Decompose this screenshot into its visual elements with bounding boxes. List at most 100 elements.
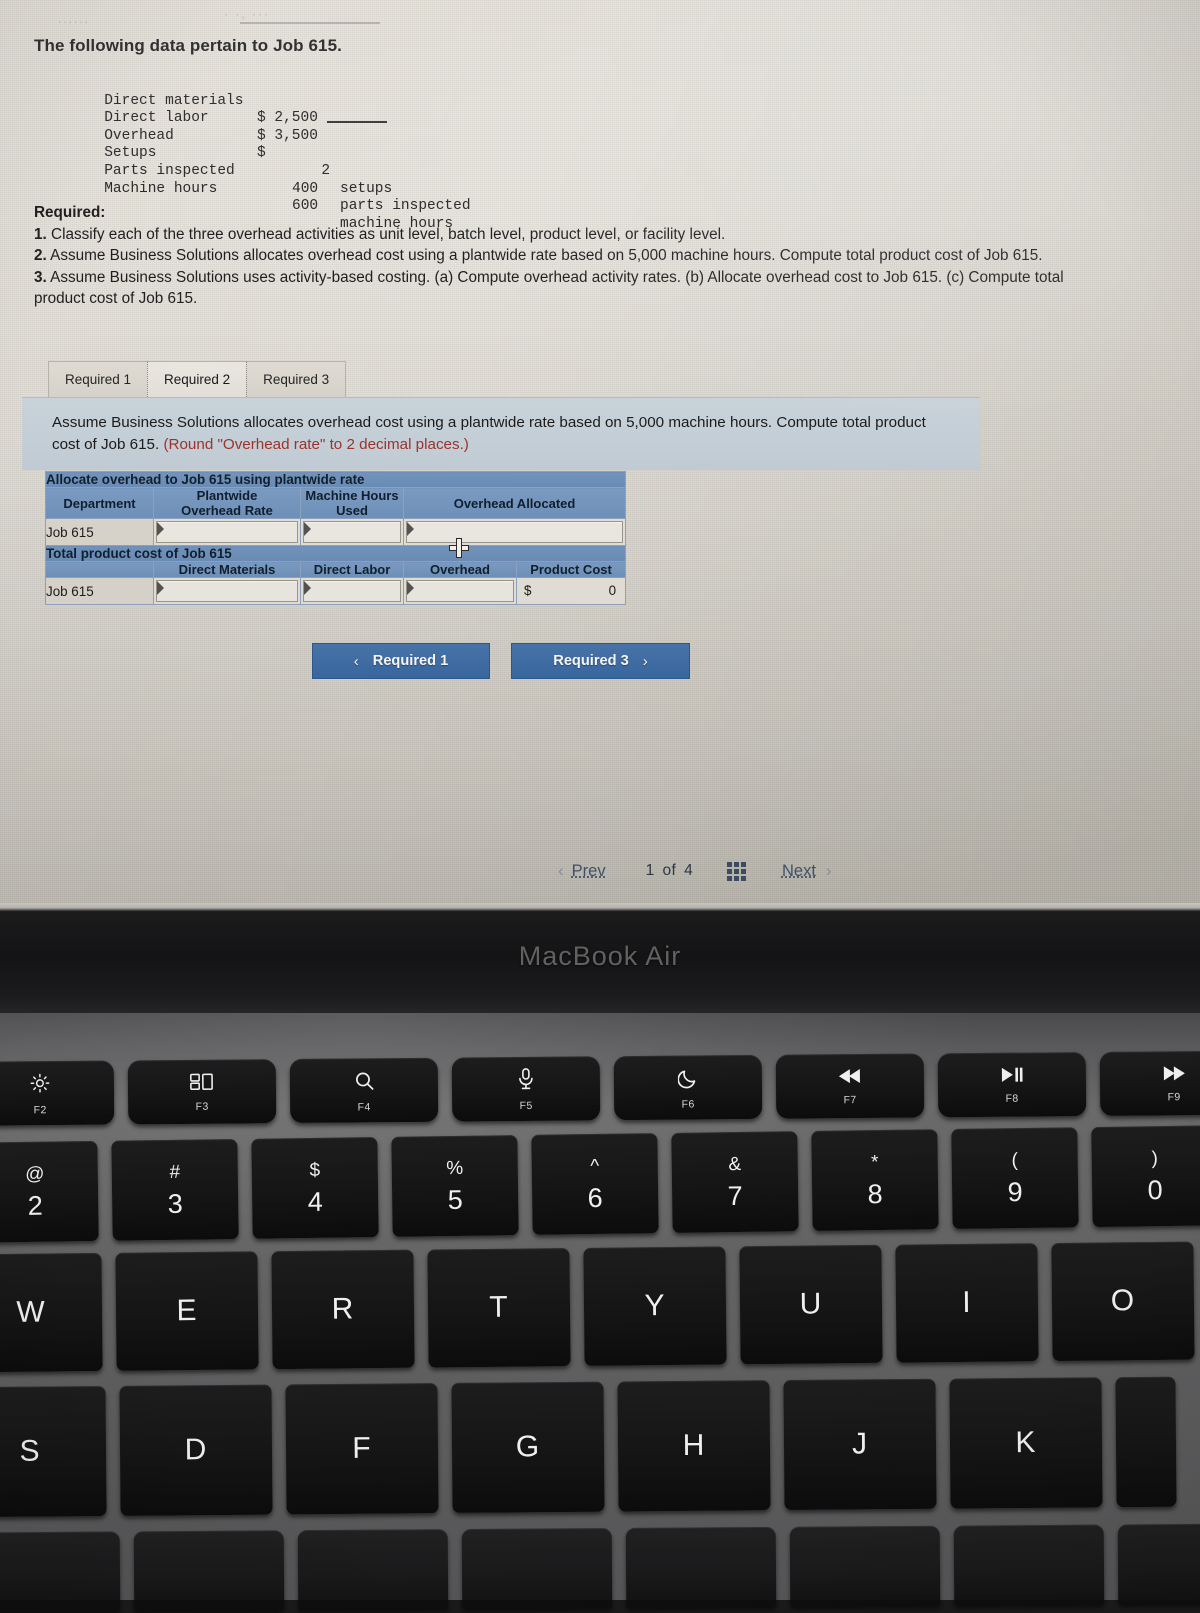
key-4-upper: $ (309, 1160, 320, 1179)
key-8-lower: 8 (867, 1180, 882, 1207)
key-d[interactable]: D (119, 1385, 272, 1516)
pager-current-page: 1 (646, 862, 655, 880)
key-t[interactable]: T (427, 1248, 570, 1367)
key-f2-brightness[interactable]: F2 (0, 1061, 114, 1126)
key-bottom-1[interactable] (0, 1531, 120, 1612)
key-bottom-4[interactable] (462, 1528, 613, 1609)
cut-off-text-fragment: ...... · ·, ··· (58, 6, 478, 36)
key-4[interactable]: $ 4 (251, 1137, 378, 1239)
key-w-label: W (16, 1298, 46, 1328)
key-g[interactable]: G (451, 1382, 604, 1513)
key-4-lower: 4 (308, 1188, 323, 1215)
cell-caret-icon (157, 581, 164, 595)
input-overhead[interactable] (404, 578, 517, 605)
key-f6-do-not-disturb[interactable]: F6 (614, 1055, 763, 1120)
required-item-2-number: 2. (34, 247, 47, 264)
cell-caret-icon (304, 522, 311, 536)
key-0[interactable]: ) 0 (1091, 1125, 1200, 1227)
keyboard-home-row: S D F G H J K (0, 1377, 1177, 1518)
job-data-row: Overhead $ (52, 110, 612, 128)
key-bottom-6[interactable] (790, 1526, 941, 1607)
key-l-partial[interactable] (1115, 1377, 1176, 1508)
required-3-button[interactable]: Required 3 › (511, 643, 690, 679)
key-y[interactable]: Y (583, 1246, 726, 1365)
input-overhead-allocated[interactable] (404, 519, 626, 546)
key-3[interactable]: # 3 (111, 1139, 238, 1241)
key-s[interactable]: S (0, 1386, 107, 1517)
key-u-label: U (799, 1289, 822, 1319)
top-fragment-right: · ·, ··· (224, 7, 270, 21)
key-u[interactable]: U (739, 1245, 882, 1364)
key-f9-fast-forward[interactable]: F9 (1100, 1051, 1200, 1116)
prompt-rounding-hint: (Round "Overhead rate" to 2 decimal plac… (163, 436, 468, 453)
key-i[interactable]: I (895, 1243, 1038, 1362)
pager-grid-view-button[interactable] (727, 862, 746, 881)
key-2[interactable]: @ 2 (0, 1141, 99, 1243)
header-line-2: Overhead Rate (154, 503, 300, 518)
key-f4-spotlight-search[interactable]: F4 (290, 1058, 439, 1123)
pager-next-chevron-icon[interactable]: › (826, 861, 832, 881)
rewind-icon (838, 1068, 862, 1088)
overhead-blank-rule (327, 121, 387, 123)
tab-required-1[interactable]: Required 1 (48, 361, 148, 397)
tab-required-3[interactable]: Required 3 (246, 361, 346, 397)
tab-required-2[interactable]: Required 2 (147, 361, 247, 397)
key-f8-play-pause[interactable]: F8 (938, 1052, 1087, 1117)
key-j[interactable]: J (783, 1379, 936, 1510)
key-f[interactable]: F (285, 1383, 438, 1514)
required-1-button[interactable]: ‹ Required 1 (312, 643, 490, 679)
key-h-label: H (683, 1431, 706, 1461)
required-item-3-text: Assume Business Solutions uses activity-… (34, 269, 1064, 308)
input-machine-hours-used[interactable] (301, 519, 404, 546)
key-bottom-8[interactable] (1118, 1523, 1200, 1604)
key-y-label: Y (644, 1291, 665, 1321)
required-heading: Required: (34, 202, 1080, 224)
input-direct-labor[interactable] (301, 578, 404, 605)
key-h[interactable]: H (617, 1380, 770, 1511)
job-data-row: Direct materials $ 2,500 (52, 75, 612, 93)
key-f3-mission-control[interactable]: F3 (128, 1059, 277, 1124)
key-6[interactable]: ^ 6 (531, 1133, 658, 1235)
key-f7-label: F7 (844, 1094, 857, 1106)
pager-next-button[interactable]: Next (782, 862, 816, 881)
pager-prev-chevron-icon[interactable]: ‹ (558, 861, 564, 881)
fast-forward-icon (1162, 1065, 1186, 1085)
job-data-row: Parts inspected 400 parts inspected (52, 145, 612, 163)
header-line-2: Used (301, 503, 403, 518)
key-o[interactable]: O (1051, 1242, 1194, 1361)
key-f7-rewind[interactable]: F7 (776, 1053, 925, 1118)
input-plantwide-overhead-rate[interactable] (154, 519, 301, 546)
key-e[interactable]: E (115, 1251, 258, 1370)
table-row: Job 615 (46, 519, 626, 546)
laptop-screen: ...... · ·, ··· The following data perta… (0, 0, 1200, 903)
cell-caret-icon (407, 581, 414, 595)
key-bottom-7[interactable] (954, 1525, 1105, 1606)
key-5[interactable]: % 5 (391, 1135, 518, 1237)
header-product-cost: Product Cost (517, 562, 626, 578)
header-overhead: Overhead (404, 562, 517, 578)
input-direct-materials[interactable] (154, 578, 301, 605)
key-k[interactable]: K (949, 1377, 1102, 1508)
key-8[interactable]: * 8 (811, 1129, 938, 1231)
key-7[interactable]: & 7 (671, 1131, 798, 1233)
key-w[interactable]: W (0, 1253, 103, 1372)
spotlight-search-icon (353, 1070, 374, 1095)
pager-of-label: of (663, 862, 677, 880)
mouse-cursor-plus-icon (449, 538, 469, 558)
key-bottom-2[interactable] (134, 1530, 285, 1611)
intro-line: The following data pertain to Job 615. (34, 36, 342, 56)
job-data-label: Machine hours (104, 181, 217, 199)
key-r[interactable]: R (271, 1250, 414, 1369)
key-0-upper: ) (1151, 1149, 1158, 1168)
key-f2-label: F2 (34, 1104, 47, 1116)
keyboard-number-row: @ 2 # 3 $ 4 % 5 ^ 6 & 7 * 8 ( 9 ) 0 (0, 1125, 1200, 1242)
key-f5-dictation[interactable]: F5 (452, 1056, 601, 1121)
key-3-lower: 3 (168, 1190, 183, 1217)
key-bottom-3[interactable] (298, 1529, 449, 1610)
header-line-1: Plantwide (154, 488, 300, 503)
pager-prev-button[interactable]: Prev (572, 862, 606, 881)
key-9[interactable]: ( 9 (951, 1127, 1078, 1229)
job-data-row: Setups 2 setups (52, 128, 612, 146)
key-s-label: S (19, 1437, 40, 1467)
key-bottom-5[interactable] (626, 1527, 777, 1608)
